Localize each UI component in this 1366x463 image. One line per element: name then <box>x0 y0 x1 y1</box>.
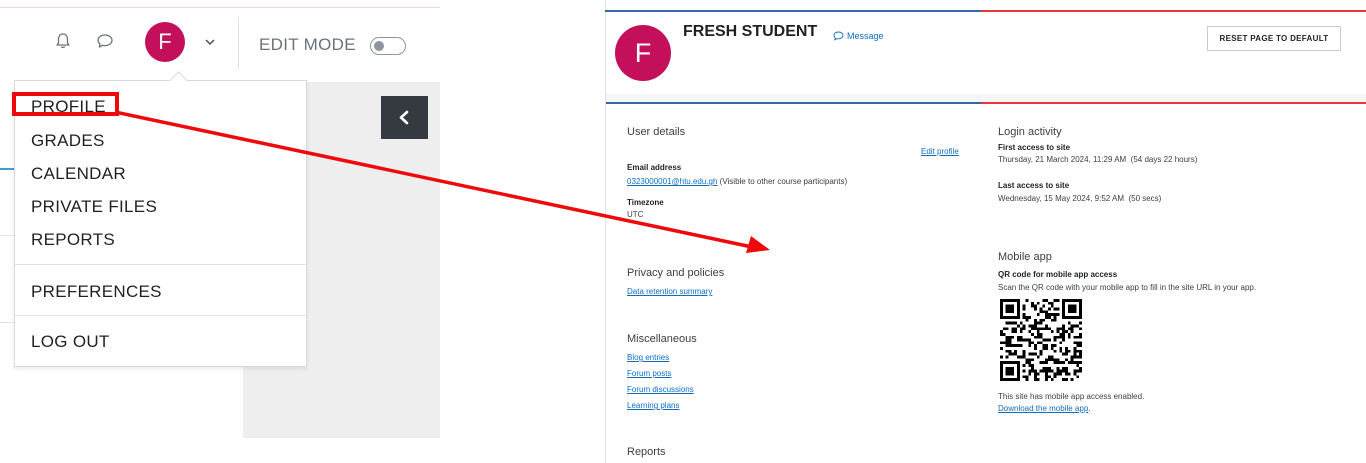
menu-item-logout[interactable]: LOG OUT <box>31 332 110 352</box>
download-app-link[interactable]: Download the mobile app <box>998 404 1088 413</box>
active-tab-indicator <box>0 168 14 170</box>
download-row: Download the mobile app. <box>998 404 1091 413</box>
header-accent-red <box>981 10 1366 12</box>
qr-code-description: Scan the QR code with your mobile app to… <box>998 283 1257 292</box>
menu-item-calendar[interactable]: CALENDAR <box>31 164 126 184</box>
user-avatar[interactable]: F <box>145 22 185 62</box>
misc-title: Miscellaneous <box>627 333 697 345</box>
first-access-label: First access to site <box>998 143 1071 152</box>
user-details-title: User details <box>627 126 686 138</box>
moodle-navbar-panel: F EDIT MODE PROFILE GRADES CALENDAR PRIV… <box>0 0 440 463</box>
download-period: . <box>1088 404 1091 413</box>
profile-page: F FRESH STUDENT Message RESET PAGE TO DE… <box>605 0 1366 463</box>
email-label: Email address <box>627 163 682 172</box>
mobile-app-title: Mobile app <box>998 251 1052 263</box>
edit-mode-label: EDIT MODE <box>259 35 356 54</box>
drawer-collapse-button[interactable] <box>381 96 428 139</box>
top-accent-line <box>0 7 440 8</box>
annotation-highlight-box <box>12 92 119 116</box>
user-menu-dropdown: PROFILE GRADES CALENDAR PRIVATE FILES RE… <box>14 80 307 367</box>
chat-bubble-icon[interactable] <box>95 31 115 51</box>
message-icon[interactable] <box>833 31 844 41</box>
timezone-value: UTC <box>627 210 644 219</box>
email-visibility-note: (Visible to other course participants) <box>717 177 848 186</box>
email-link[interactable]: 0323000001@htu.edu.gh <box>627 177 717 186</box>
learning-plans-link[interactable]: Learning plans <box>627 401 679 410</box>
edit-mode-toggle[interactable] <box>370 37 406 55</box>
forum-posts-link[interactable]: Forum posts <box>627 369 671 378</box>
content-accent-blue <box>606 102 981 104</box>
qr-code-image <box>1000 299 1082 381</box>
chevron-left-icon <box>399 110 409 125</box>
forum-discussions-link[interactable]: Forum discussions <box>627 385 694 394</box>
page-border <box>605 0 606 463</box>
toggle-knob <box>374 41 384 51</box>
email-row: 0323000001@htu.edu.gh (Visible to other … <box>627 177 847 186</box>
first-access-value: Thursday, 21 March 2024, 11:29 AM (54 da… <box>998 155 1198 164</box>
profile-avatar: F <box>615 25 671 81</box>
reset-page-button[interactable]: RESET PAGE TO DEFAULT <box>1207 26 1341 51</box>
chevron-down-icon[interactable] <box>204 38 216 46</box>
header-band <box>606 94 1366 102</box>
header-accent-blue <box>605 10 981 12</box>
navbar-divider <box>238 17 239 69</box>
profile-name: FRESH STUDENT <box>683 23 818 40</box>
last-access-label: Last access to site <box>998 181 1070 190</box>
timezone-label: Timezone <box>627 198 664 207</box>
privacy-title: Privacy and policies <box>627 267 725 279</box>
divider <box>0 235 14 236</box>
bell-icon[interactable] <box>53 31 73 51</box>
data-retention-link[interactable]: Data retention summary <box>627 287 712 296</box>
mobile-enabled-text: This site has mobile app access enabled. <box>998 392 1145 401</box>
menu-divider <box>15 315 306 316</box>
divider <box>0 322 14 323</box>
message-link[interactable]: Message <box>847 31 884 41</box>
edit-profile-link[interactable]: Edit profile <box>921 147 959 156</box>
qr-code-label: QR code for mobile app access <box>998 270 1118 279</box>
menu-item-preferences[interactable]: PREFERENCES <box>31 282 162 302</box>
menu-divider <box>15 264 306 265</box>
reports-title: Reports <box>627 446 666 458</box>
menu-item-grades[interactable]: GRADES <box>31 131 105 151</box>
blog-entries-link[interactable]: Blog entries <box>627 353 669 362</box>
content-accent-red <box>981 102 1366 104</box>
menu-item-private-files[interactable]: PRIVATE FILES <box>31 197 157 217</box>
last-access-value: Wednesday, 15 May 2024, 9:52 AM (50 secs… <box>998 194 1162 203</box>
login-activity-title: Login activity <box>998 126 1062 138</box>
menu-item-reports[interactable]: REPORTS <box>31 230 115 250</box>
